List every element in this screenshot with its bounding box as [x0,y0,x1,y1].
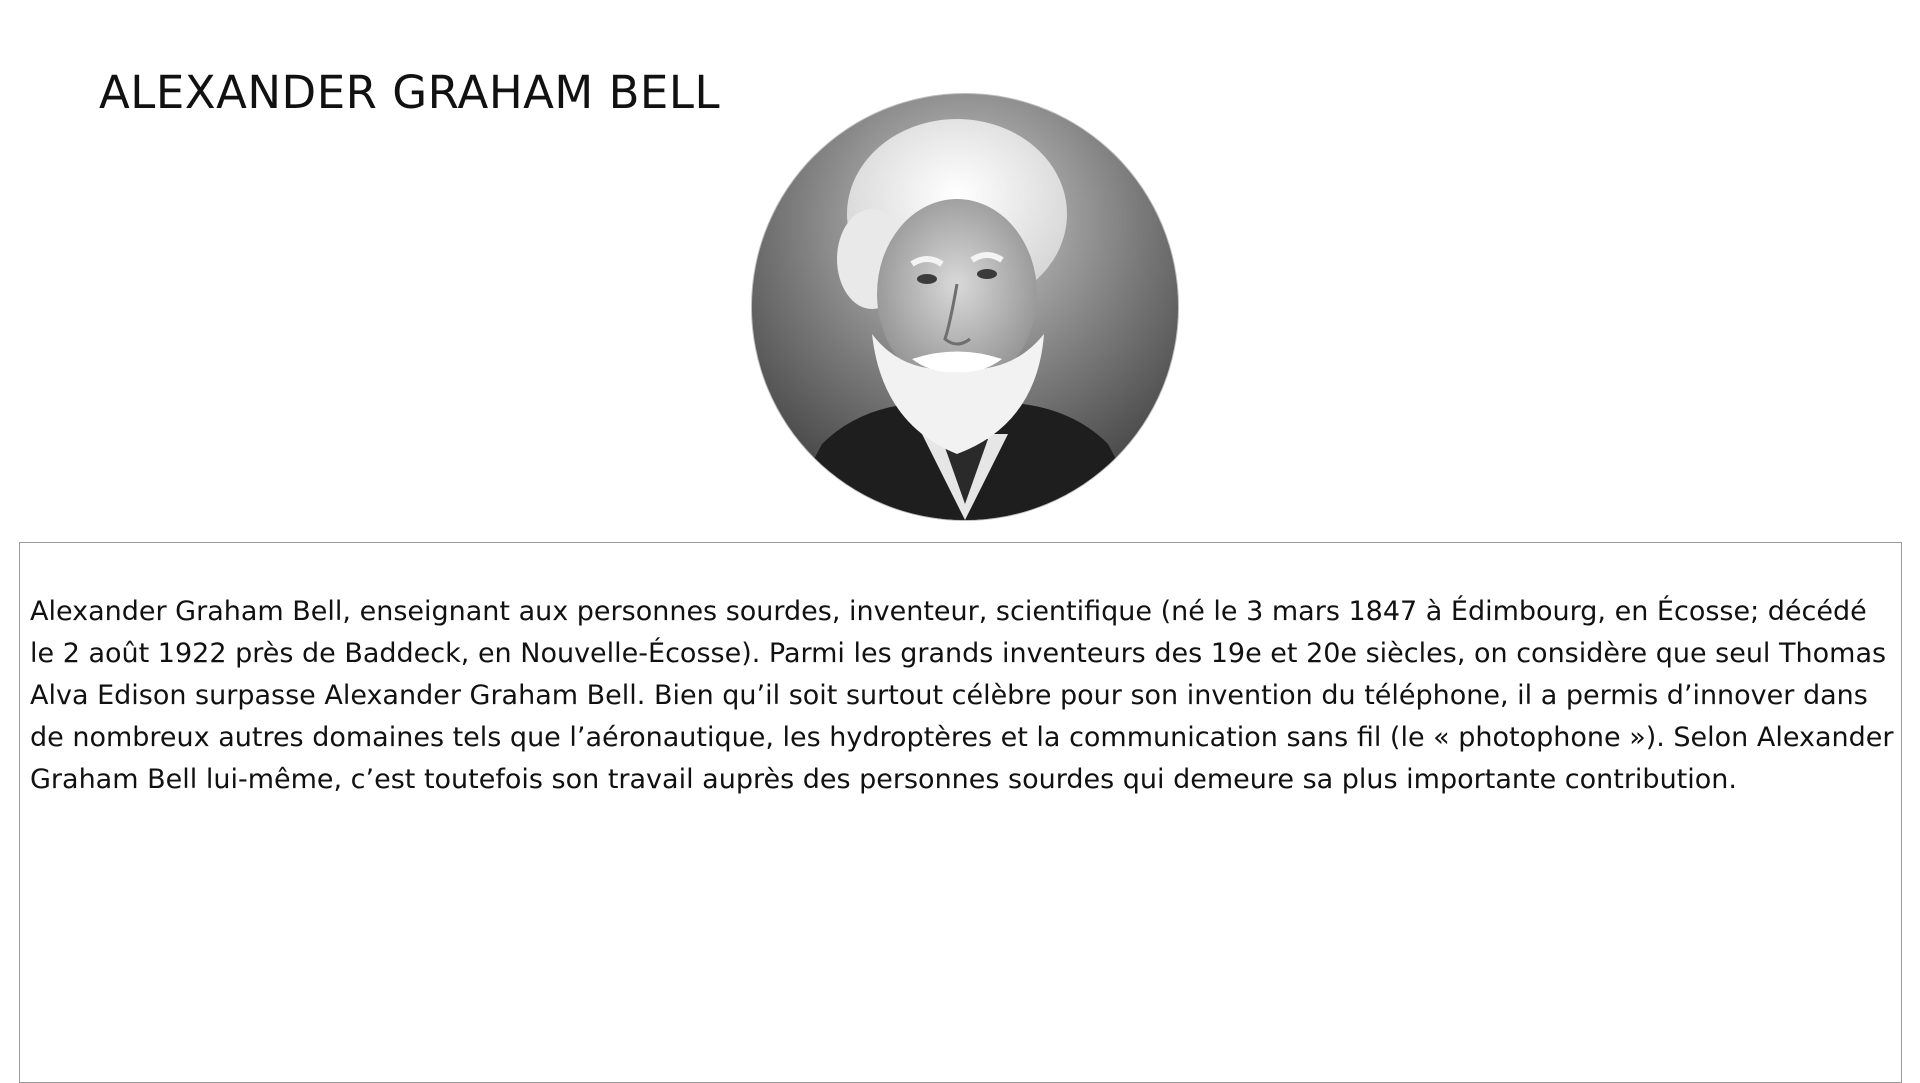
biography-text: Alexander Graham Bell, enseignant aux pe… [30,596,1894,795]
page-title: ALEXANDER GRAHAM BELL [99,66,721,119]
portrait-image [752,94,1178,520]
portrait-photo-icon [752,94,1178,520]
biography-panel: Alexander Graham Bell, enseignant aux pe… [19,542,1902,1083]
